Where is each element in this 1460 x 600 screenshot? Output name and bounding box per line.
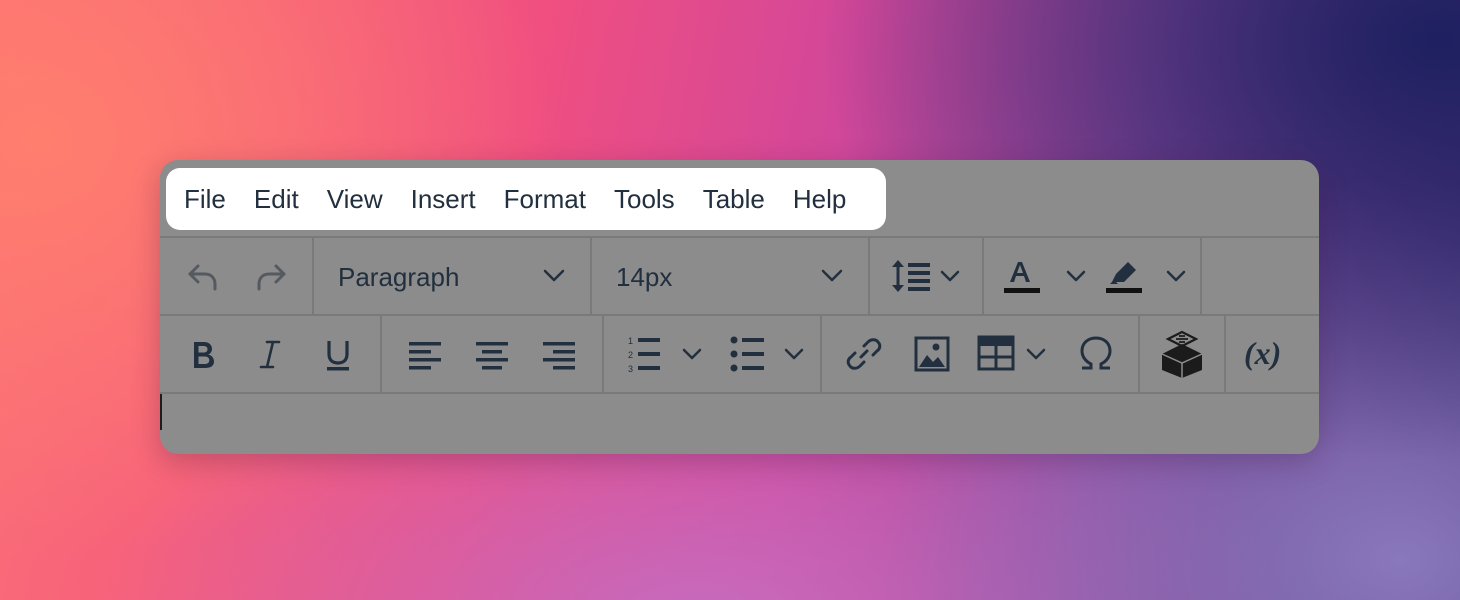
highlight-color-button[interactable] (1102, 250, 1194, 302)
toolbar-divider (602, 316, 604, 392)
align-right-button[interactable] (538, 332, 582, 376)
toolbar-row-1: Paragraph 14px (160, 236, 1319, 314)
special-character-icon (1080, 336, 1112, 370)
menu-tools[interactable]: Tools (608, 177, 691, 221)
menu-view[interactable]: View (321, 177, 399, 221)
toolbar-divider (1138, 316, 1140, 392)
toolbar-divider (312, 238, 314, 314)
toolbar-divider (820, 316, 822, 392)
svg-text:2: 2 (628, 350, 633, 360)
align-left-button[interactable] (402, 332, 446, 376)
line-height-icon (892, 260, 960, 292)
redo-icon (257, 264, 286, 291)
code-sample-icon (1161, 330, 1203, 378)
toolbar-divider (868, 238, 870, 314)
menu-edit[interactable]: Edit (248, 177, 315, 221)
italic-button[interactable] (248, 332, 292, 376)
menubar: File Edit View Insert Format Tools Table… (166, 168, 887, 230)
block-format-select[interactable]: Paragraph (324, 246, 588, 306)
line-height-button[interactable] (882, 250, 970, 302)
align-left-icon (409, 342, 441, 370)
menu-format[interactable]: Format (498, 177, 602, 221)
numbered-list-button[interactable]: 1 2 3 (622, 330, 712, 378)
merge-tags-icon: (x) (1244, 335, 1281, 371)
underline-button[interactable] (316, 332, 360, 376)
numbered-list-icon: 1 2 3 (628, 336, 702, 374)
highlight-color-icon (1106, 262, 1186, 293)
link-icon (846, 338, 882, 370)
bullet-list-button[interactable] (722, 330, 812, 378)
editor-content-area[interactable] (160, 392, 1319, 454)
block-format-value: Paragraph (338, 262, 460, 292)
toolbar-divider (1224, 316, 1226, 392)
image-icon (914, 336, 950, 372)
special-character-button[interactable] (1074, 332, 1118, 376)
bold-icon (194, 342, 214, 368)
align-center-icon (476, 342, 508, 370)
text-color-icon (1004, 262, 1086, 293)
svg-text:3: 3 (628, 364, 633, 374)
undo-button[interactable] (180, 254, 224, 298)
menu-help[interactable]: Help (787, 177, 862, 221)
svg-text:(x): (x) (1244, 335, 1281, 371)
rich-text-editor: File Edit View Insert Format Tools Table… (160, 160, 1319, 454)
menu-file[interactable]: File (178, 177, 242, 221)
chevron-down-icon (543, 269, 565, 282)
italic-icon (259, 340, 281, 369)
code-sample-button[interactable] (1158, 328, 1206, 380)
merge-tags-button[interactable]: (x) (1242, 330, 1298, 378)
table-icon (977, 335, 1046, 371)
text-cursor (160, 394, 162, 430)
toolbar-row-2: 1 2 3 (x) (160, 314, 1319, 392)
menu-table[interactable]: Table (697, 177, 781, 221)
redo-button[interactable] (250, 254, 294, 298)
toolbar-divider (590, 238, 592, 314)
toolbar-divider (380, 316, 382, 392)
font-size-value: 14px (616, 262, 673, 292)
toolbar-divider (1200, 238, 1202, 314)
menu-insert[interactable]: Insert (405, 177, 492, 221)
svg-text:1: 1 (628, 336, 633, 346)
underline-icon (327, 341, 349, 371)
bold-button[interactable] (180, 332, 224, 376)
font-size-select[interactable]: 14px (602, 246, 866, 306)
align-right-icon (543, 342, 575, 370)
text-color-button[interactable] (1000, 250, 1092, 302)
insert-image-button[interactable] (910, 332, 954, 376)
bullet-list-icon (730, 336, 804, 372)
insert-table-button[interactable] (976, 330, 1052, 378)
align-center-button[interactable] (470, 332, 514, 376)
chevron-down-icon (821, 269, 843, 282)
undo-icon (188, 264, 217, 291)
insert-link-button[interactable] (842, 332, 886, 376)
toolbar-divider (982, 238, 984, 314)
